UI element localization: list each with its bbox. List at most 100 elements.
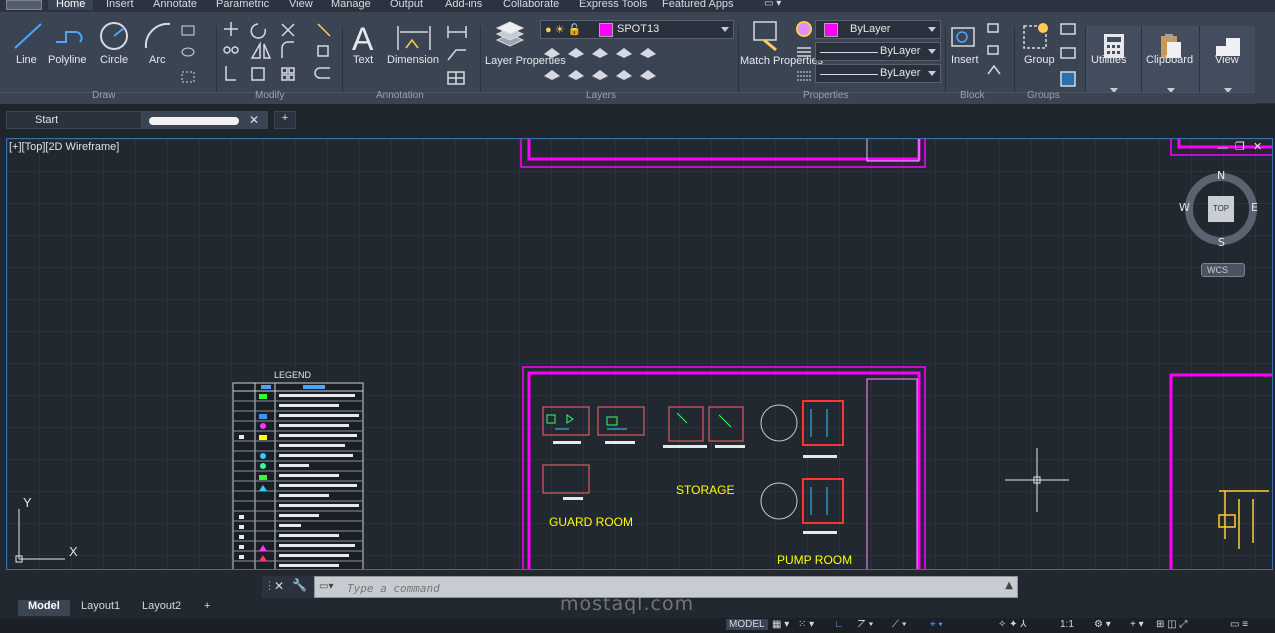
model-space-toggle[interactable]: MODEL	[726, 619, 768, 630]
text-tool-label[interactable]: Text	[353, 54, 373, 66]
plus-icon[interactable]: + ▾	[1130, 619, 1144, 630]
compass-west-label[interactable]: W	[1179, 201, 1190, 214]
layer-color-swatch	[599, 23, 613, 37]
polyline-icon[interactable]	[52, 20, 84, 52]
tab-layout1[interactable]: Layout1	[71, 600, 130, 616]
modify-panel-title[interactable]: Modify	[255, 90, 284, 101]
layers-panel-title[interactable]: Layers	[586, 90, 616, 101]
wcs-menu[interactable]: WCS	[1201, 263, 1245, 277]
group-label[interactable]: Group	[1024, 54, 1055, 66]
annotation-small-tools-icon[interactable]	[446, 22, 470, 92]
dimension-tool-label[interactable]: Dimension	[387, 54, 439, 66]
layer-properties-icon[interactable]	[493, 20, 527, 54]
polyline-tool-label[interactable]: Polyline	[48, 54, 87, 66]
tab-output[interactable]: Output	[390, 0, 423, 10]
tab-parametric[interactable]: Parametric	[216, 0, 269, 10]
drawing-tab[interactable]: ✕	[142, 111, 268, 129]
tab-collaborate[interactable]: Collaborate	[503, 0, 559, 10]
properties-panel-title[interactable]: Properties	[803, 90, 849, 101]
tab-model[interactable]: Model	[18, 600, 70, 616]
new-tab-button[interactable]: +	[274, 111, 296, 129]
modify-tools-icons[interactable]	[222, 20, 340, 90]
tab-express-tools[interactable]: Express Tools	[579, 0, 647, 10]
extra-tab-toggle-icon[interactable]: ▭ ▾	[764, 0, 781, 9]
watermark-text: mostaql.com	[560, 593, 695, 615]
tab-featured-apps[interactable]: Featured Apps	[662, 0, 734, 10]
draw-panel-title[interactable]: Draw	[92, 90, 115, 101]
match-properties-icon[interactable]	[752, 20, 782, 52]
status-bar: MODEL ▦ ▾ ⁙ ▾ ∟ ⦢ ▾ ⟋ ▾ ⌖ ▾ ✧ ✦ ⅄ 1:1 ⚙ …	[0, 618, 1275, 633]
layer-on-icon: ● ☀ 🔓	[545, 24, 582, 36]
drawing-canvas[interactable]	[7, 139, 1273, 570]
drawing-viewport[interactable]: [+][Top][2D Wireframe] Y X LEGEND GUARD …	[6, 138, 1273, 570]
utilities-label: Utilities	[1091, 54, 1127, 66]
command-history-icon[interactable]: ▭▾	[319, 581, 333, 592]
insert-block-icon[interactable]	[950, 20, 980, 52]
isolate-icon[interactable]: ⊞ ◫ ⤢	[1156, 619, 1187, 630]
line-tool-label[interactable]: Line	[16, 54, 37, 66]
close-icon[interactable]: ✕	[1253, 140, 1262, 153]
grid-icon[interactable]: ▦ ▾	[772, 619, 789, 630]
close-icon[interactable]: ✕	[249, 113, 259, 127]
circle-icon[interactable]	[98, 20, 130, 52]
minimize-icon[interactable]: —	[1217, 141, 1228, 154]
layer-tools-icons[interactable]	[540, 44, 660, 84]
circle-tool-label[interactable]: Circle	[100, 54, 128, 66]
draw-small-tools-icon[interactable]	[180, 22, 210, 92]
lineweight-preview	[820, 74, 878, 75]
lineweight-value: ByLayer	[880, 67, 921, 79]
compass-south-label[interactable]: S	[1218, 236, 1225, 249]
tab-insert[interactable]: Insert	[106, 0, 134, 10]
chevron-down-icon	[721, 27, 729, 32]
restore-icon[interactable]: ❐	[1235, 140, 1245, 153]
start-tab[interactable]: Start	[6, 111, 142, 129]
annotation-panel-title[interactable]: Annotation	[376, 90, 424, 101]
wrench-icon[interactable]: 🔧	[292, 578, 307, 592]
block-panel-title[interactable]: Block	[960, 90, 984, 101]
dimension-icon[interactable]	[396, 22, 432, 54]
fullscreen-icon[interactable]: ▭ ≡	[1230, 619, 1248, 630]
tab-home[interactable]: Home	[48, 0, 94, 10]
application-menu-button[interactable]	[6, 0, 42, 10]
group-icon[interactable]	[1021, 20, 1051, 52]
legend-title: LEGEND	[274, 370, 312, 380]
text-icon[interactable]: A	[350, 20, 380, 56]
arc-tool-label[interactable]: Arc	[149, 54, 166, 66]
ucs-y-label: Y	[23, 495, 32, 510]
tab-manage[interactable]: Manage	[331, 0, 371, 10]
group-small-tools-icon[interactable]	[1058, 20, 1082, 90]
osnap-icon[interactable]: ⌖ ▾	[930, 619, 943, 630]
tab-annotate[interactable]: Annotate	[153, 0, 197, 10]
annotation-visibility-icon[interactable]: ✧ ✦ ⅄	[998, 619, 1026, 630]
arc-icon[interactable]	[142, 20, 174, 52]
close-icon[interactable]: ✕	[274, 579, 284, 593]
annotation-scale[interactable]: 1:1	[1060, 619, 1074, 630]
polar-icon[interactable]: ⦢ ▾	[858, 619, 873, 630]
block-small-tools-icon[interactable]	[985, 20, 1003, 84]
chevron-up-icon[interactable]: ▲	[1005, 580, 1013, 591]
tab-layout2[interactable]: Layout2	[132, 600, 191, 616]
chevron-down-icon	[928, 27, 936, 32]
insert-label[interactable]: Insert	[951, 54, 979, 66]
line-icon[interactable]	[12, 20, 44, 52]
tab-view[interactable]: View	[289, 0, 313, 10]
compass-east-label[interactable]: E	[1251, 201, 1258, 214]
viewcube-top-face[interactable]: TOP	[1208, 196, 1234, 222]
ortho-icon[interactable]: ∟	[834, 619, 844, 630]
chevron-down-icon	[928, 71, 936, 76]
gear-icon[interactable]: ⚙ ▾	[1094, 619, 1111, 630]
snap-icon[interactable]: ⁙ ▾	[798, 619, 814, 630]
layer-dropdown[interactable]: ● ☀ 🔓 SPOT13	[540, 20, 734, 39]
view-label: View	[1215, 54, 1239, 66]
lineweight-dropdown[interactable]: ByLayer	[815, 64, 941, 83]
color-dropdown[interactable]: ByLayer	[815, 20, 941, 39]
wcs-label: WCS	[1207, 265, 1228, 275]
linetype-dropdown[interactable]: ByLayer	[815, 42, 941, 61]
groups-panel-title[interactable]: Groups	[1027, 90, 1060, 101]
viewcube[interactable]: TOP N S E W	[1179, 169, 1259, 249]
add-layout-button[interactable]: +	[194, 600, 220, 616]
compass-north-label[interactable]: N	[1217, 169, 1225, 182]
osnap-tracking-icon[interactable]: ⟋ ▾	[892, 619, 907, 630]
tab-add-ins[interactable]: Add-ins	[445, 0, 482, 10]
ribbon-panel: Line Polyline Circle Arc A Text Dimensio…	[0, 12, 1275, 106]
